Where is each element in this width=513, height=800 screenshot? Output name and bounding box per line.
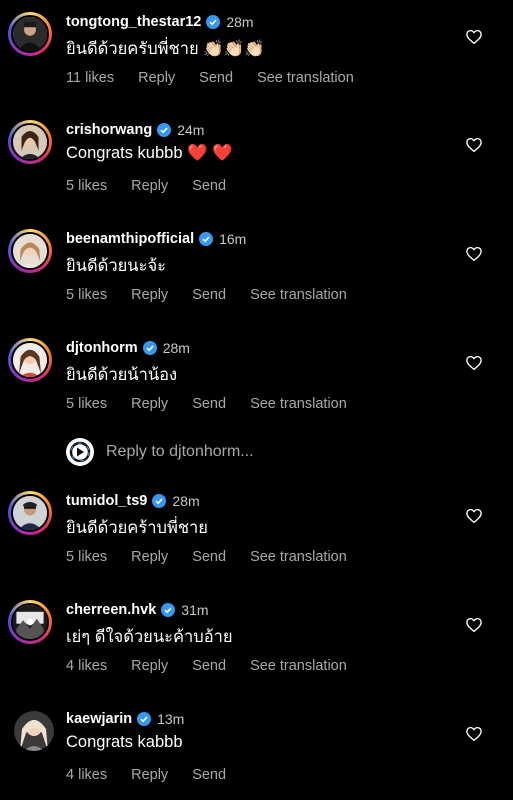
comment-actions: 5 likes Reply Send See translation: [66, 287, 371, 303]
see-translation-link[interactable]: See translation: [250, 287, 347, 303]
send-button[interactable]: Send: [192, 178, 226, 194]
username[interactable]: tumidol_ts9: [66, 493, 147, 509]
see-translation-link[interactable]: See translation: [250, 658, 347, 674]
see-translation-link[interactable]: See translation: [250, 549, 347, 565]
see-translation-link[interactable]: See translation: [257, 70, 354, 86]
comment-header: cherreen.hvk 31m: [66, 600, 209, 620]
reply-button[interactable]: Reply: [131, 287, 168, 303]
verified-badge-icon: [137, 712, 152, 726]
comment-header: beenamthipofficial 16m: [66, 229, 246, 249]
timestamp: 28m: [162, 340, 190, 356]
reply-avatar: [66, 438, 94, 466]
username[interactable]: cherreen.hvk: [66, 602, 156, 618]
comment-text: ยินดีด้วยคร้าบพี่ชาย: [66, 519, 208, 537]
heart-outline-icon[interactable]: [465, 725, 483, 743]
reply-button[interactable]: Reply: [131, 767, 168, 783]
verified-badge-icon: [152, 494, 167, 508]
verified-badge-icon: [199, 232, 214, 246]
avatar[interactable]: [8, 12, 52, 56]
comment-header: djtonhorm 28m: [66, 338, 190, 358]
heart-outline-icon[interactable]: [465, 28, 483, 46]
likes-count[interactable]: 5 likes: [66, 396, 107, 412]
comment-header: tumidol_ts9 28m: [66, 491, 200, 511]
timestamp: 24m: [177, 122, 205, 138]
avatar[interactable]: [14, 711, 54, 751]
verified-badge-icon: [157, 123, 172, 137]
send-button[interactable]: Send: [192, 396, 226, 412]
verified-badge-icon: [206, 15, 221, 29]
comment-text: เย่ๆ ดีใจด้วยนะค้าบอ้าย: [66, 628, 233, 646]
timestamp: 28m: [226, 14, 254, 30]
avatar[interactable]: [8, 600, 52, 644]
reply-button[interactable]: Reply: [131, 658, 168, 674]
reply-button[interactable]: Reply: [138, 70, 175, 86]
comment-actions: 4 likes Reply Send See translation: [66, 658, 371, 674]
heart-outline-icon[interactable]: [465, 354, 483, 372]
username[interactable]: beenamthipofficial: [66, 231, 194, 247]
likes-count[interactable]: 5 likes: [66, 549, 107, 565]
heart-outline-icon[interactable]: [465, 507, 483, 525]
comment-actions: 4 likes Reply Send: [66, 767, 250, 783]
comment-header: crishorwang 24m: [66, 120, 204, 140]
reply-button[interactable]: Reply: [131, 178, 168, 194]
send-button[interactable]: Send: [192, 549, 226, 565]
comment-actions: 11 likes Reply Send See translation: [66, 70, 378, 86]
heart-outline-icon[interactable]: [465, 616, 483, 634]
comment-header: kaewjarin 13m: [66, 709, 184, 729]
likes-count[interactable]: 4 likes: [66, 767, 107, 783]
likes-count[interactable]: 4 likes: [66, 658, 107, 674]
comment-text: Congrats kubbb ❤️ ❤️: [66, 144, 233, 162]
comment-actions: 5 likes Reply Send: [66, 178, 250, 194]
send-button[interactable]: Send: [199, 70, 233, 86]
see-translation-link[interactable]: See translation: [250, 396, 347, 412]
verified-badge-icon: [142, 341, 157, 355]
comment-text: Congrats kabbb: [66, 733, 183, 751]
comment-actions: 5 likes Reply Send See translation: [66, 396, 371, 412]
comment-text: ยินดีด้วยน้าน้อง: [66, 366, 178, 384]
heart-outline-icon[interactable]: [465, 245, 483, 263]
username[interactable]: djtonhorm: [66, 340, 138, 356]
username[interactable]: tongtong_thestar12: [66, 14, 201, 30]
likes-count[interactable]: 11 likes: [66, 70, 114, 86]
username[interactable]: kaewjarin: [66, 711, 132, 727]
send-button[interactable]: Send: [192, 767, 226, 783]
comment-text: ยินดีด้วยนะจ้ะ: [66, 257, 166, 275]
likes-count[interactable]: 5 likes: [66, 178, 107, 194]
reply-prompt[interactable]: Reply to djtonhorm...: [66, 438, 254, 466]
verified-badge-icon: [161, 603, 176, 617]
comment-actions: 5 likes Reply Send See translation: [66, 549, 371, 565]
username[interactable]: crishorwang: [66, 122, 152, 138]
timestamp: 16m: [219, 231, 247, 247]
reply-button[interactable]: Reply: [131, 396, 168, 412]
timestamp: 31m: [181, 602, 209, 618]
timestamp: 28m: [172, 493, 200, 509]
reply-prompt-text[interactable]: Reply to djtonhorm...: [106, 443, 254, 461]
comment-header: tongtong_thestar12 28m: [66, 12, 254, 32]
avatar[interactable]: [8, 491, 52, 535]
comment-text: ยินดีด้วยครับพี่ชาย 👏🏻👏🏻👏🏻: [66, 40, 265, 58]
timestamp: 13m: [157, 711, 185, 727]
avatar[interactable]: [8, 229, 52, 273]
send-button[interactable]: Send: [192, 287, 226, 303]
likes-count[interactable]: 5 likes: [66, 287, 107, 303]
avatar[interactable]: [8, 120, 52, 164]
heart-outline-icon[interactable]: [465, 136, 483, 154]
send-button[interactable]: Send: [192, 658, 226, 674]
reply-button[interactable]: Reply: [131, 549, 168, 565]
avatar[interactable]: [8, 338, 52, 382]
